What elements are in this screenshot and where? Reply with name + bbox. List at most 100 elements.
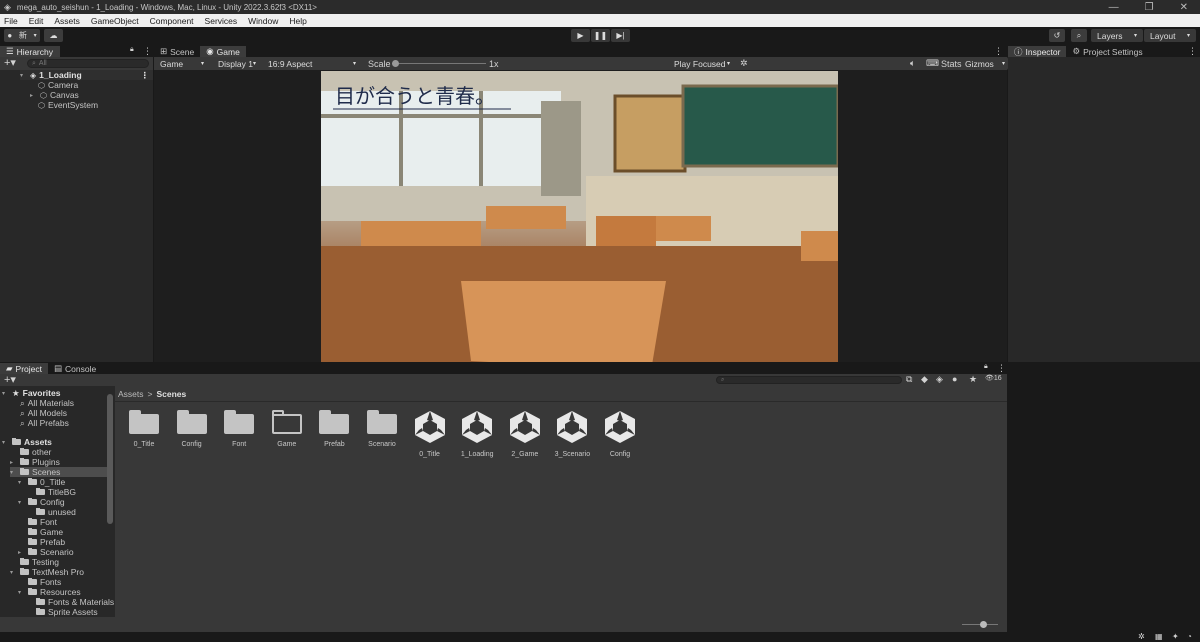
game-render-image[interactable]: 目が合うと青春。 [321,71,838,362]
play-focused-dropdown[interactable]: Play Focused ▾ [668,57,736,70]
menu-gameobject[interactable]: GameObject [91,16,139,26]
network-icon[interactable]: ▦ [1155,632,1163,641]
folder-asset[interactable]: Config [168,410,216,448]
tree-item[interactable]: Game [18,527,63,537]
collapse-arrow-icon[interactable]: ▾ [2,439,9,446]
audio-icon[interactable]: 🔈︎ [910,58,915,69]
tab-console[interactable]: ▤ Console [48,363,102,374]
tree-item[interactable]: unused [26,507,76,517]
folder-asset[interactable]: 0_Title [120,410,168,448]
warning-filter-icon[interactable]: ● [952,374,957,384]
project-search-input[interactable]: ⌕ [716,376,902,384]
tree-item[interactable]: ▸ Scenario [18,547,74,557]
collapse-arrow-icon[interactable]: ▾ [2,390,9,397]
tab-inspector[interactable]: ⓘ Inspector [1008,46,1067,57]
hierarchy-item-eventsystem[interactable]: ⬡ EventSystem [38,100,98,110]
bug-icon[interactable]: ✲ [1138,632,1145,641]
icon-size-slider-handle[interactable] [980,621,987,628]
tree-item[interactable]: Font [18,517,57,527]
add-icon[interactable]: +▾ [4,57,16,70]
scene-asset[interactable]: Config [596,410,644,458]
progress-icon[interactable]: ✦ [1172,632,1179,641]
notification-icon[interactable]: ◔ [1187,632,1192,641]
settings-icon[interactable]: ✲ [740,58,748,69]
layout-dropdown[interactable]: Layout ▾ [1144,29,1196,42]
menu-component[interactable]: Component [150,16,194,26]
tree-item[interactable]: Sprite Assets [26,607,98,617]
tree-item[interactable]: ▾ TextMesh Pro [10,567,84,577]
game-mode-dropdown[interactable]: Game ▾ [154,57,210,70]
maximize-icon[interactable]: ⋮ [994,46,1003,57]
collapse-arrow-icon[interactable]: ▾ [18,499,25,506]
scale-slider-handle[interactable] [392,60,399,67]
hierarchy-item-camera[interactable]: ⬡ Camera [38,80,78,90]
menu-assets[interactable]: Assets [54,16,80,26]
favorite-all-models[interactable]: ⌕ All Models [20,408,67,419]
more-options-icon[interactable]: ⋮ [1188,46,1197,57]
tree-item[interactable]: ▾ Scenes [10,467,107,477]
collapse-arrow-icon[interactable]: ▾ [18,589,25,596]
more-options-icon[interactable]: ⋮ [997,363,1006,374]
scene-asset[interactable]: 0_Title [406,410,454,458]
tree-item[interactable]: Prefab [18,537,65,547]
folder-asset[interactable]: Prefab [310,410,358,448]
favorite-all-prefabs[interactable]: ⌕ All Prefabs [20,418,69,429]
tag-icon[interactable]: ◈ [936,374,943,385]
menu-file[interactable]: File [4,16,18,26]
tree-scrollbar[interactable] [107,394,113,524]
tree-item[interactable]: ▸ Plugins [10,457,60,467]
folder-asset[interactable]: Scenario [358,410,406,448]
menu-edit[interactable]: Edit [29,16,44,26]
tree-item[interactable]: Fonts [18,577,61,587]
scene-asset[interactable]: 1_Loading [453,410,501,458]
menu-window[interactable]: Window [248,16,278,26]
scale-slider[interactable] [392,63,486,64]
hierarchy-item-canvas[interactable]: ▸ ⬡ Canvas [30,90,79,100]
menu-help[interactable]: Help [289,16,306,26]
tab-scene[interactable]: ⊞ Scene [154,46,200,57]
scene-asset[interactable]: 2_Game [501,410,549,458]
play-button[interactable]: ▶ [571,29,590,42]
search-by-type-icon[interactable]: ⧉ [906,374,912,385]
display-dropdown[interactable]: Display 1 ▾ [212,57,262,70]
account-dropdown[interactable]: ● 新 ▾ [4,29,40,42]
collapse-arrow-icon[interactable]: ▾ [18,479,25,486]
favorite-all-materials[interactable]: ⌕ All Materials [20,398,74,409]
collapse-arrow-icon[interactable]: ▾ [10,569,17,576]
gizmos-dropdown[interactable]: Gizmos ▾ [962,57,1008,70]
search-button[interactable]: ⌕ [1071,29,1087,42]
tree-item[interactable]: Fonts & Materials [26,597,114,607]
cloud-button[interactable]: ☁ [44,29,63,42]
search-by-label-icon[interactable]: ◆ [921,374,928,385]
menu-services[interactable]: Services [205,16,238,26]
tree-item[interactable]: TitleBG [26,487,76,497]
tab-game[interactable]: ◉ Game [200,46,246,57]
folder-asset[interactable]: Font [215,410,263,448]
scene-root-item[interactable]: ▾ ◈ 1_Loading ⋮ [20,70,153,80]
more-options-icon[interactable]: ⋮ [143,46,152,57]
step-button[interactable]: ▶| [611,29,630,42]
breadcrumb-scenes[interactable]: Scenes [156,389,186,399]
expand-arrow-icon[interactable]: ▸ [30,92,37,99]
layers-dropdown[interactable]: Layers ▾ [1091,29,1143,42]
more-options-icon[interactable]: ⋮ [141,70,150,81]
undo-history-button[interactable]: ↺ [1049,29,1065,42]
keyboard-icon[interactable]: ⌨ [926,58,939,69]
tab-project-settings[interactable]: ⚙ Project Settings [1066,46,1148,57]
minimize-button[interactable]: — [1109,2,1119,13]
collapse-arrow-icon[interactable]: ▾ [20,72,27,79]
lock-icon[interactable]: 🔒︎ [984,363,988,371]
favorite-star-icon[interactable]: ★ [969,374,977,385]
collapse-arrow-icon[interactable]: ▾ [10,469,17,476]
favorites-section[interactable]: ▾ ★ Favorites [2,388,60,399]
breadcrumb-assets[interactable]: Assets [118,389,144,399]
expand-arrow-icon[interactable]: ▸ [10,459,17,466]
close-button[interactable]: ✕ [1180,2,1188,13]
stats-button[interactable]: Stats [941,59,962,69]
expand-arrow-icon[interactable]: ▸ [18,549,25,556]
folder-asset[interactable]: Game [263,410,311,448]
assets-root[interactable]: ▾ Assets [2,437,52,447]
hierarchy-search-input[interactable]: ⌕ All [27,59,149,68]
tree-item[interactable]: ▾ 0_Title [18,477,65,487]
aspect-dropdown[interactable]: 16:9 Aspect ▾ [262,57,362,70]
